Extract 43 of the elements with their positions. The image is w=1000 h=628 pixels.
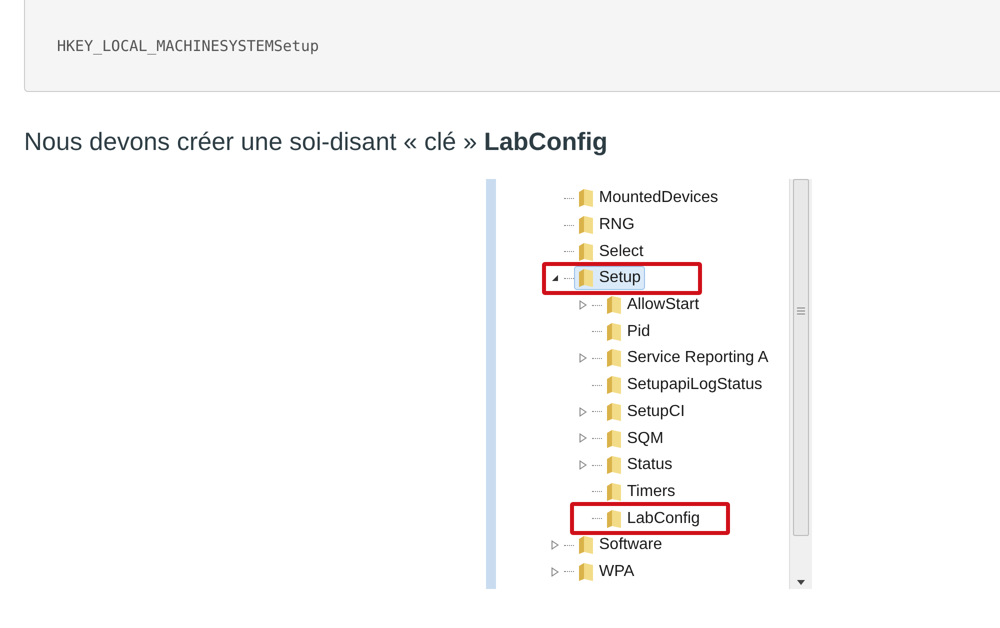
folder-icon (606, 322, 622, 342)
expand-arrow-icon[interactable] (578, 433, 588, 444)
tree-item[interactable]: AllowStart (602, 293, 704, 318)
tree-item[interactable]: SQM (602, 426, 668, 451)
tree-item[interactable]: Pid (602, 320, 654, 344)
folder-icon (606, 348, 622, 368)
expand-arrow-icon[interactable] (578, 300, 588, 310)
tree-item[interactable]: SetupCI (602, 400, 689, 424)
expand-arrow-icon[interactable] (550, 540, 560, 550)
folder-icon (578, 215, 594, 236)
folder-icon (606, 375, 622, 396)
paragraph: Nous devons créer une soi-disant « clé » LabConfig (24, 128, 609, 157)
tree-item[interactable]: SetupapiLogStatus (602, 373, 766, 398)
folder-icon (578, 535, 594, 556)
tree-item[interactable]: Software (574, 533, 666, 558)
tree-item[interactable]: Status (602, 453, 676, 478)
expand-arrow-icon[interactable] (578, 406, 588, 416)
collapse-arrow-icon[interactable] (550, 273, 560, 284)
folder-icon (606, 455, 622, 476)
folder-icon (606, 428, 622, 449)
expand-arrow-icon[interactable] (578, 460, 588, 470)
tree-item[interactable]: LabConfig (602, 506, 704, 531)
tree-item[interactable]: Setup (574, 266, 645, 290)
folder-icon (578, 188, 594, 208)
tree-item[interactable]: Service Reporting A (602, 346, 772, 370)
folder-icon (578, 242, 594, 262)
tree-item[interactable]: WPA (574, 560, 638, 584)
expand-arrow-icon[interactable] (550, 566, 560, 577)
folder-icon (606, 482, 622, 502)
code-text: HKEY_LOCAL_MACHINESYSTEMSetup (57, 37, 319, 55)
grip-icon (797, 307, 805, 315)
tree-item[interactable]: MountedDevices (574, 186, 722, 210)
folder-icon (606, 295, 622, 316)
folder-icon (578, 562, 594, 582)
tree-item[interactable]: RNG (574, 213, 639, 238)
expand-arrow-icon[interactable] (578, 353, 588, 364)
scroll-down-icon[interactable] (797, 580, 805, 585)
tree-item[interactable]: Timers (602, 480, 680, 504)
folder-icon (606, 402, 622, 422)
folder-icon (606, 508, 622, 529)
tree-item[interactable]: Select (574, 240, 648, 264)
folder-icon (578, 268, 594, 288)
scrollbar[interactable] (789, 179, 812, 589)
